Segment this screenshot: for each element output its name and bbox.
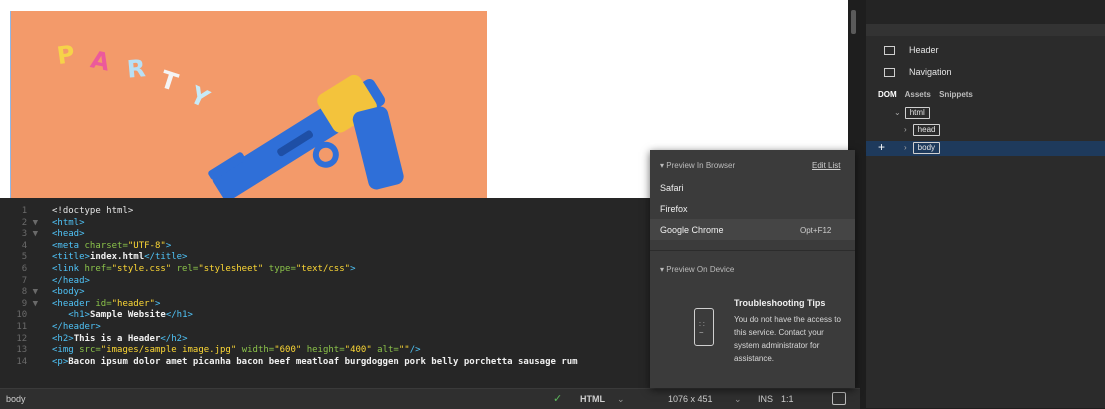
dom-tag: body: [912, 142, 941, 154]
code-text: <h1>Sample Website</h1>: [68, 310, 193, 321]
code-text: <title>index.html</title>: [52, 252, 188, 263]
scrollbar[interactable]: [851, 10, 856, 34]
right-panel: Header Navigation DOM Assets Snippets ⌄ h…: [866, 0, 1105, 408]
code-text: <body>: [52, 287, 85, 298]
line-number: 1: [21, 206, 38, 216]
browser-safari[interactable]: Safari: [660, 183, 684, 193]
line-number: 9 ▼: [21, 298, 38, 309]
tab-snippets[interactable]: Snippets: [939, 90, 973, 99]
code-text: <meta charset="UTF-8">: [52, 240, 172, 251]
browser-chrome[interactable]: Google Chrome: [660, 225, 724, 235]
code-text: </head>: [52, 275, 90, 286]
status-bar: body ✓ HTML ⌄ 1076 x 451 ⌄ INS 1:1: [0, 388, 860, 409]
line-number: 7: [21, 275, 38, 286]
browser-firefox[interactable]: Firefox: [660, 204, 688, 214]
insert-item-header[interactable]: Header: [884, 45, 939, 56]
tips-text: You do not have the access to this servi…: [734, 315, 841, 363]
line-number: 13: [16, 345, 38, 356]
panel-divider: [866, 24, 1105, 36]
dropdown-divider: [650, 250, 855, 251]
window-size-select[interactable]: 1076 x 451: [668, 394, 713, 404]
line-number: 8 ▼: [21, 287, 38, 298]
edit-list-link[interactable]: Edit List: [812, 161, 840, 170]
insert-item-navigation[interactable]: Navigation: [884, 67, 952, 78]
cursor-position: 1:1: [781, 394, 794, 404]
code-text: </header>: [52, 322, 101, 332]
dom-node-html[interactable]: ⌄ html: [894, 107, 930, 119]
chevron-right-icon: ›: [904, 143, 907, 152]
line-number: 10: [16, 310, 38, 321]
line-number: 12: [16, 333, 38, 344]
preview-device-header: ▾ Preview On Device: [660, 265, 734, 274]
navigation-icon: [884, 68, 895, 78]
tips-title: Troubleshooting Tips: [734, 298, 826, 308]
preview-browser-label: Preview In Browser: [666, 161, 736, 170]
phone-sad-icon: : : ⌢: [694, 308, 714, 346]
dom-node-body[interactable]: › body: [904, 142, 941, 154]
add-element-icon[interactable]: +: [878, 140, 885, 154]
preview-dropdown: ▾ Preview In Browser Edit List Safari Fi…: [650, 150, 855, 388]
dom-tag: html: [904, 107, 930, 119]
caret-down-icon: ▾: [660, 265, 665, 274]
preview-icon[interactable]: [832, 392, 846, 405]
line-number: 2 ▼: [21, 217, 38, 228]
code-text: <p>Bacon ipsum dolor amet picanha bacon …: [52, 356, 578, 367]
tag-selector[interactable]: body: [6, 394, 26, 404]
line-number: 6: [21, 264, 38, 274]
chevron-down-icon: ⌄: [617, 394, 625, 404]
chevron-down-icon: ⌄: [894, 108, 901, 117]
chevron-down-icon: ⌄: [734, 394, 742, 404]
code-text: <head>: [52, 229, 85, 240]
code-text: <!doctype html>: [52, 206, 134, 216]
code-text: <img src="images/sample image.jpg" width…: [52, 345, 421, 356]
line-number: 14: [16, 356, 38, 367]
header-icon: [884, 46, 895, 56]
toy-gun-illustration: [208, 74, 404, 198]
dom-node-head[interactable]: › head: [904, 124, 941, 136]
line-number: 4: [21, 240, 38, 251]
code-text: <html>: [52, 217, 85, 228]
insert-mode[interactable]: INS: [758, 394, 773, 404]
tab-dom[interactable]: DOM: [878, 90, 897, 99]
party-image[interactable]: P A R T Y: [11, 11, 487, 198]
troubleshooting-tips: Troubleshooting Tips You do not have the…: [734, 297, 844, 365]
insert-item-label: Navigation: [909, 67, 952, 77]
code-text: <h2>This is a Header</h2>: [52, 333, 188, 344]
mode-select[interactable]: HTML: [580, 394, 605, 404]
chrome-shortcut: Opt+F12: [800, 226, 832, 235]
preview-browser-header: ▾ Preview In Browser: [660, 161, 735, 170]
line-number: 11: [16, 322, 38, 332]
caret-down-icon: ▾: [660, 161, 665, 170]
panel-tabs: DOM Assets Snippets: [878, 90, 979, 99]
dom-row-selected[interactable]: [866, 141, 1105, 156]
chevron-right-icon: ›: [904, 125, 907, 134]
line-number: 3 ▼: [21, 229, 38, 240]
dom-tag: head: [912, 124, 941, 136]
panel-top-bar: [866, 0, 1105, 24]
line-number: 5: [21, 252, 38, 263]
tab-assets[interactable]: Assets: [905, 90, 931, 99]
code-text: <header id="header">: [52, 298, 161, 309]
insert-item-label: Header: [909, 45, 939, 55]
check-icon: ✓: [553, 393, 563, 405]
code-text: <link href="style.css" rel="stylesheet" …: [52, 264, 356, 274]
preview-device-label: Preview On Device: [666, 265, 735, 274]
